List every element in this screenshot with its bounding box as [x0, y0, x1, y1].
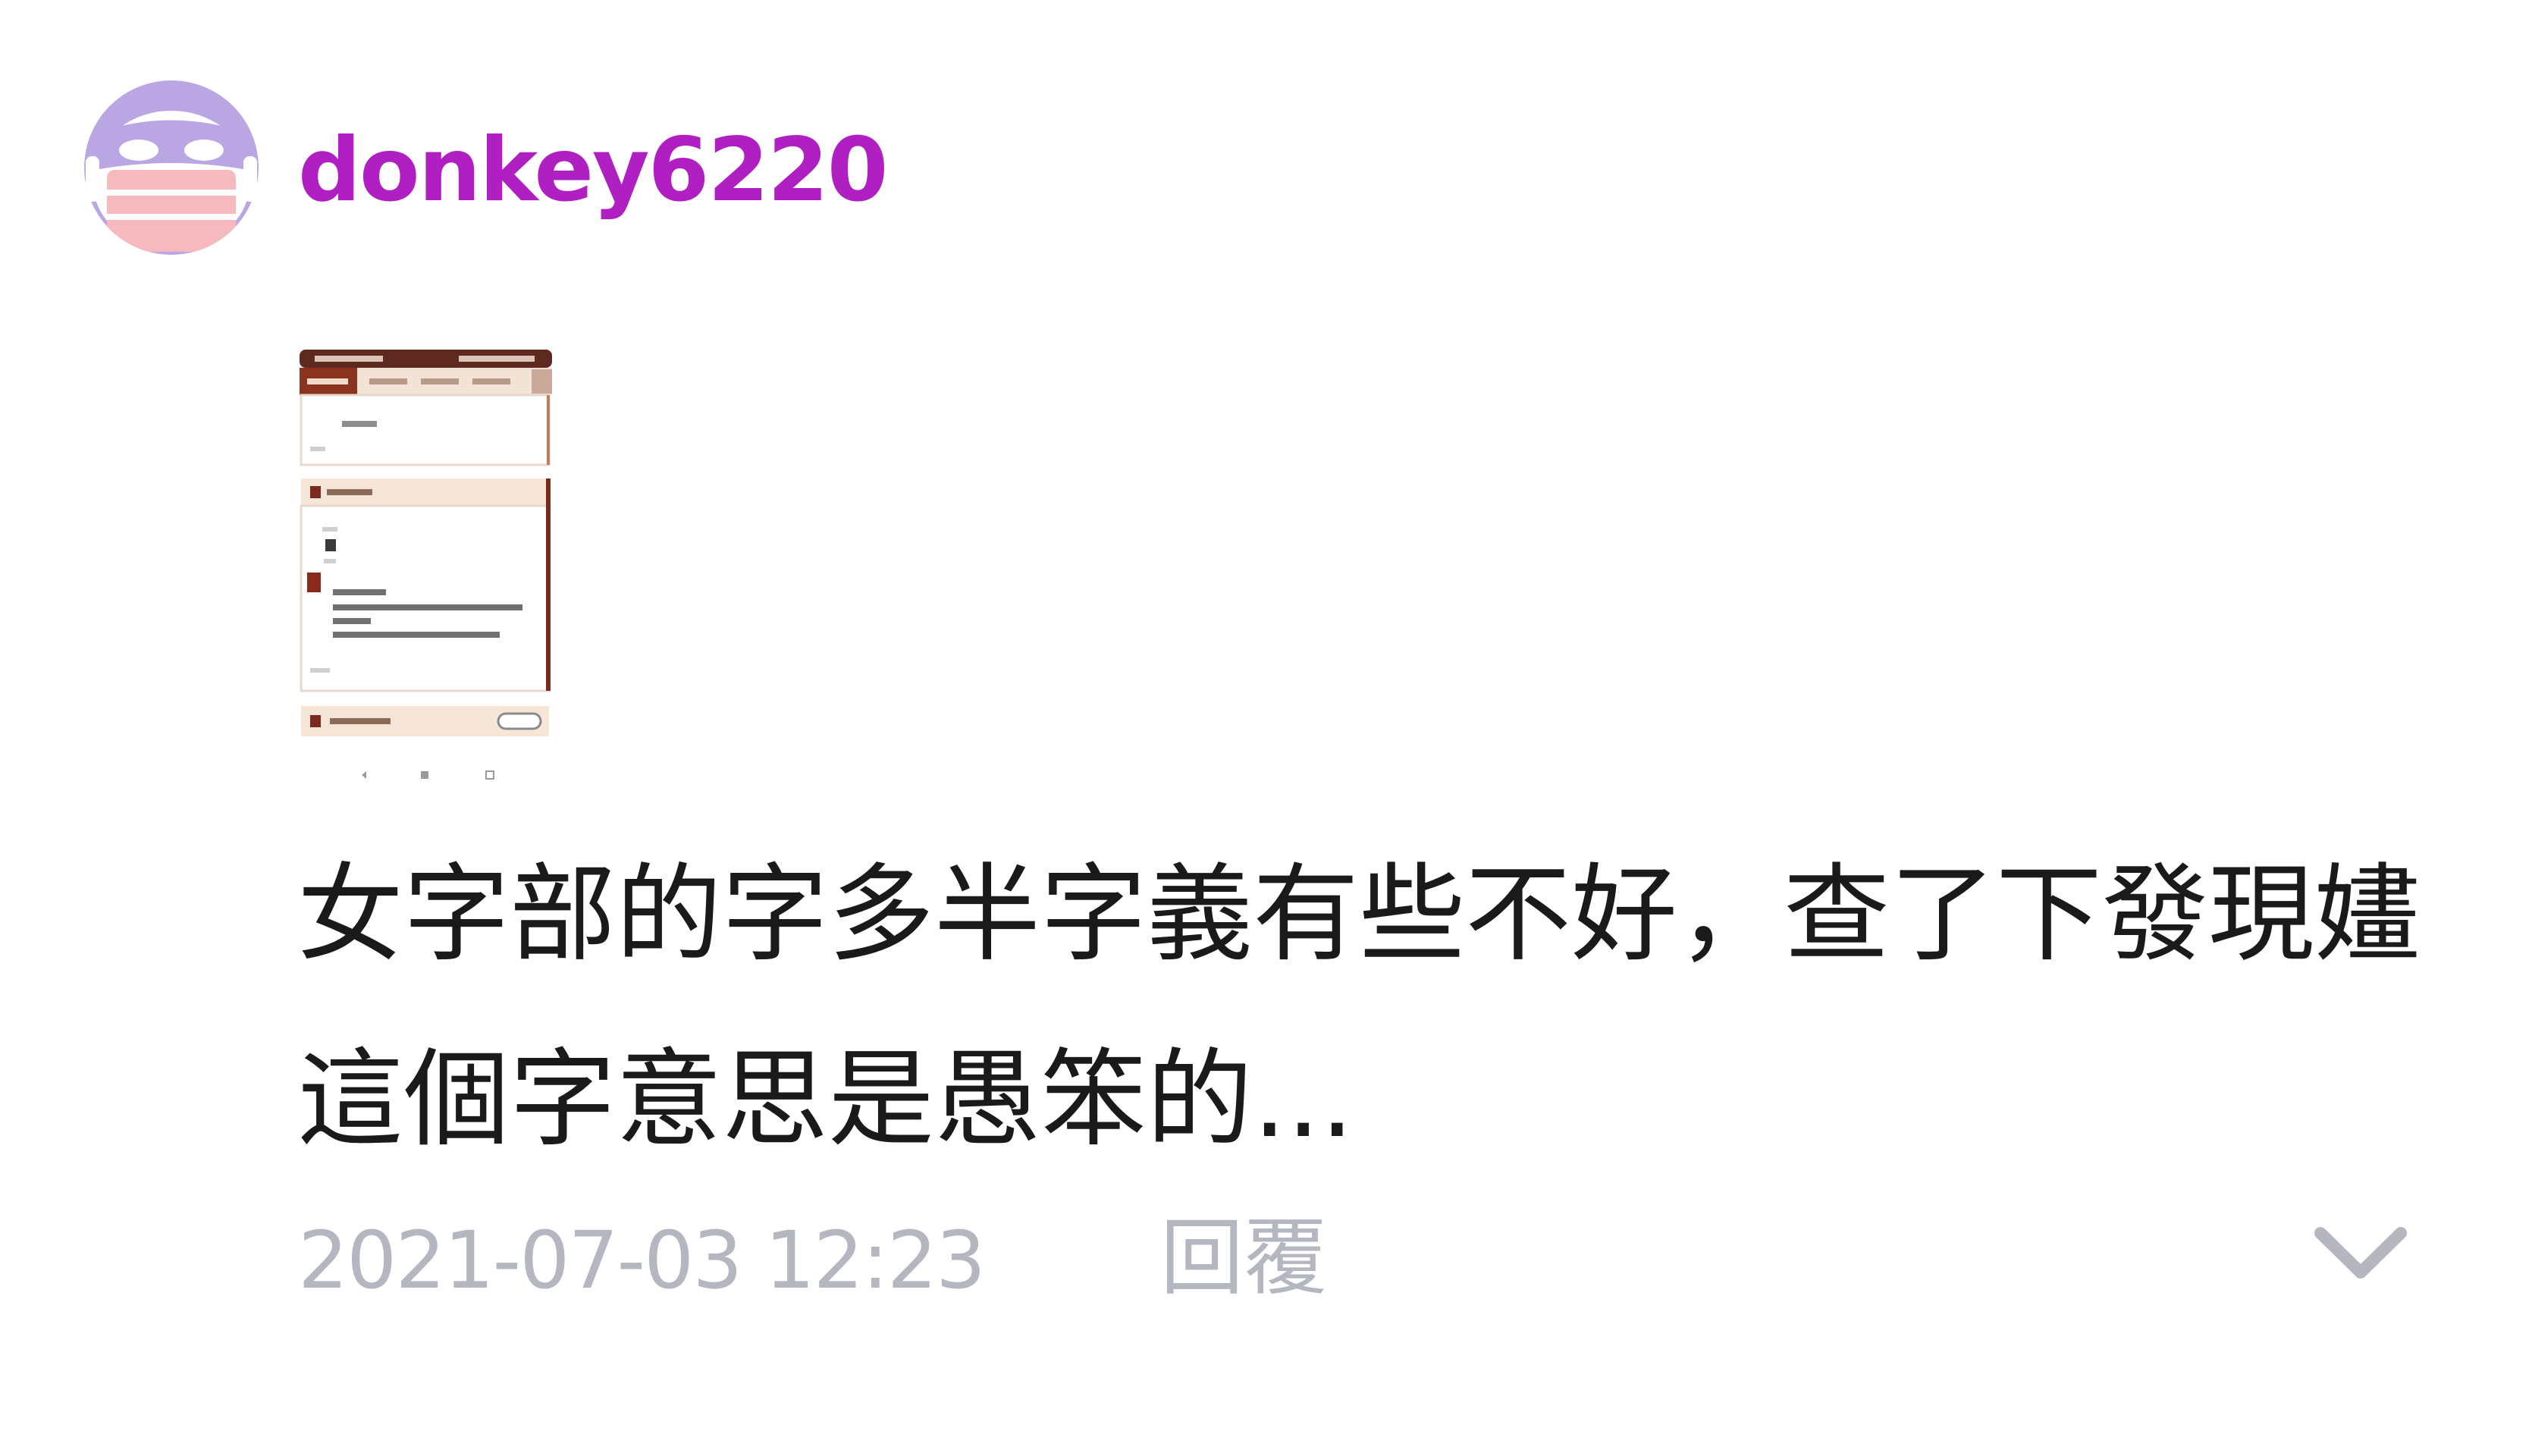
chevron-down-icon [2314, 1227, 2407, 1279]
user-avatar[interactable] [84, 80, 259, 255]
dictionary-app-screenshot-thumbnail [300, 350, 552, 805]
attachment-thumbnail[interactable] [300, 350, 552, 805]
comment-text: 女字部的字多半字義有些不好，查了下發現嫿這個字意思是愚笨的... [297, 853, 2421, 1162]
expand-button[interactable] [2311, 1215, 2410, 1291]
reply-button[interactable]: 回覆 [1160, 1209, 1327, 1307]
comment-timestamp: 2021-07-03 12:23 [298, 1214, 986, 1307]
username-link[interactable]: donkey6220 [298, 114, 888, 228]
masked-face-avatar-icon [84, 80, 259, 255]
